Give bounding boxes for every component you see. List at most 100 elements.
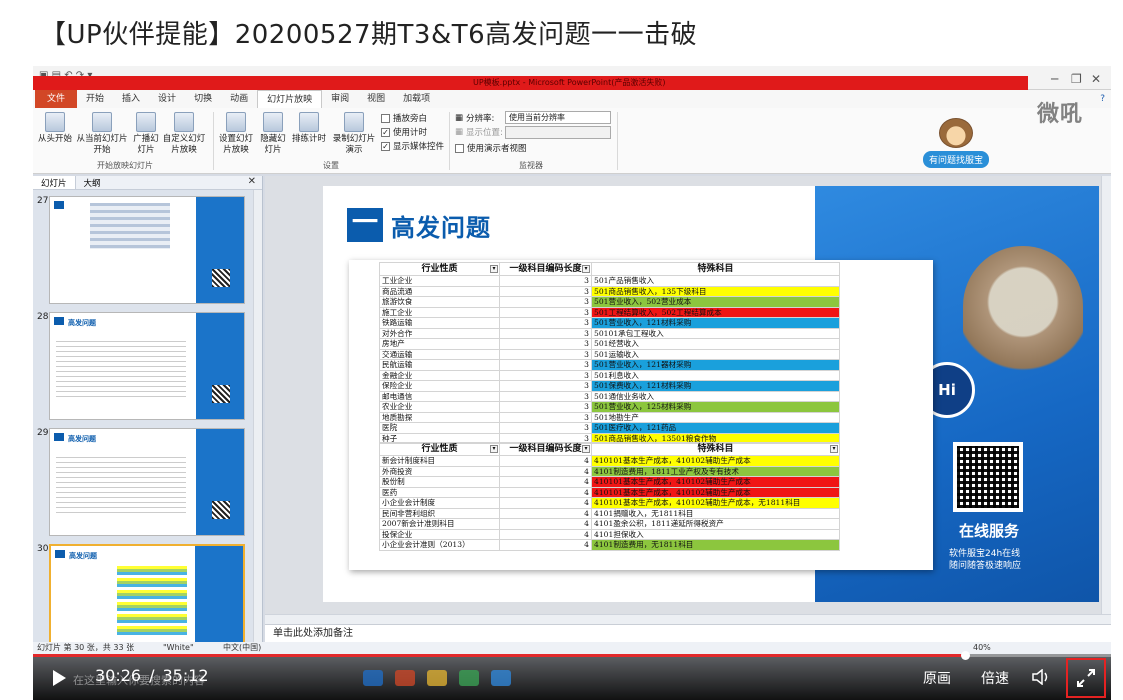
video-player[interactable]: ▣ ▤ ↶ ↷ ▾ UP模板.pptx - Microsoft PowerPoi… — [33, 66, 1111, 700]
table-row: 商品流通 3 501商品销售收入，135下级科目 — [379, 285, 840, 297]
table-row: 小企业会计制度 4 410101基本生产成本，410102辅助生产成本，无1811科… — [379, 497, 840, 509]
watermark-logo: 微吼 — [1036, 102, 1083, 127]
tab-transitions[interactable]: 切换 — [185, 90, 221, 108]
progress-bar[interactable] — [33, 651, 1111, 660]
from-start-button[interactable]: 从头开始 — [37, 112, 73, 145]
header-label: 行业性质 — [421, 444, 458, 454]
close-icon[interactable]: ✕ — [1091, 72, 1101, 86]
horizontal-scrollbar[interactable] — [265, 614, 1111, 624]
thumbnail-text — [56, 457, 186, 517]
narration-check-box[interactable] — [381, 113, 390, 123]
thumbnail-number: 30 — [37, 544, 49, 554]
ppt-titlebar: ▣ ▤ ↶ ↷ ▾ UP模板.pptx - Microsoft PowerPoi… — [33, 66, 1111, 90]
from-current-button[interactable]: 从当前幻灯片开始 — [75, 112, 129, 156]
fullscreen-button[interactable] — [1066, 658, 1106, 698]
group-start-label: 开始放映幻灯片 — [97, 161, 153, 170]
resolution-select[interactable]: 使用当前分辨率 — [505, 111, 611, 124]
hide-slide-button[interactable]: 隐藏幻灯片 — [257, 112, 289, 156]
thumbnail-title-bar — [55, 550, 65, 558]
media-controls-checkbox[interactable]: ✓ 显示媒体控件 — [381, 140, 444, 152]
narration-label: 播放旁白 — [393, 114, 428, 124]
table-row: 外商投资 4 4101制造费用，1811工业产权及专有技术 — [379, 465, 840, 477]
thumbnail-image[interactable] — [49, 196, 245, 304]
thumbnail-item[interactable]: 28 高发问题 — [33, 310, 253, 422]
tab-slides[interactable]: 幻灯片 — [33, 176, 76, 189]
filter-dropdown-icon[interactable]: ▾ — [490, 445, 498, 453]
progress-knob[interactable] — [961, 651, 971, 660]
tab-file[interactable]: 文件 — [35, 90, 78, 108]
cell-code-length: 3 — [499, 348, 592, 360]
custom-show-button[interactable]: 自定义幻灯片放映 — [161, 112, 207, 156]
slide-scrollbar[interactable] — [1101, 176, 1111, 614]
speed-button[interactable]: 倍速 — [981, 668, 1009, 688]
thumbnail-image[interactable]: 高发问题 — [49, 544, 245, 652]
filter-dropdown-icon[interactable]: ▾ — [582, 445, 590, 453]
filter-dropdown-icon[interactable]: ▾ — [490, 265, 498, 273]
tab-slideshow[interactable]: 幻灯片放映 — [257, 90, 323, 108]
thumbnail-item[interactable]: 29 高发问题 — [33, 426, 253, 538]
filter-dropdown-icon[interactable]: ▾ — [830, 445, 838, 453]
thumbnail-item-selected[interactable]: 30 高发问题 — [33, 542, 253, 654]
ribbon-tabs: 文件 开始 插入 设计 切换 动画 幻灯片放映 审阅 视图 加载项 ? — [33, 90, 1111, 108]
media-check-box[interactable]: ✓ — [381, 141, 390, 151]
tab-home[interactable]: 开始 — [77, 90, 113, 108]
table-row: 民航运输 3 501营业收入，121器材采购 — [379, 359, 840, 371]
thumbnail-item[interactable]: 27 — [33, 194, 253, 306]
custom-show-icon — [174, 112, 194, 132]
quality-button[interactable]: 原画 — [923, 668, 951, 688]
panel-scrollbar[interactable] — [253, 190, 262, 642]
filter-dropdown-icon[interactable]: ▾ — [582, 265, 590, 273]
record-button[interactable]: 录制幻灯片演示 — [329, 112, 379, 156]
cell-industry: 铁路运输 — [379, 317, 500, 329]
tab-review[interactable]: 审阅 — [322, 90, 358, 108]
tab-animations[interactable]: 动画 — [221, 90, 257, 108]
presenter-view-checkbox[interactable]: 使用演示者视图 — [455, 142, 527, 154]
broadcast-button[interactable]: 广播幻灯片 — [133, 112, 159, 156]
thumbnail-image[interactable]: 高发问题 — [49, 312, 245, 420]
maximize-icon[interactable]: ❐ — [1071, 72, 1082, 86]
current-slide[interactable]: Hi 在线服务 软件服宝24h在线 随问随答极速响应 一 高发问题 行业性质 ▾ … — [323, 186, 1099, 602]
cell-special-account: 501医疗收入，121药品 — [591, 422, 840, 434]
rehearse-button[interactable]: 排练计时 — [291, 112, 327, 145]
presenter-check-box[interactable] — [455, 143, 464, 153]
thumbnail-title-bar — [54, 317, 64, 325]
tab-insert[interactable]: 插入 — [113, 90, 149, 108]
mascot-badge[interactable]: 有问题找服宝 — [911, 118, 1001, 168]
display-select[interactable] — [505, 126, 611, 139]
timings-check-box[interactable]: ✓ — [381, 127, 390, 137]
close-icon[interactable]: ✕ — [248, 176, 256, 187]
thumbnail-title-bar — [54, 201, 64, 209]
cell-special-account: 410101基本生产成本，410102辅助生产成本 — [591, 476, 840, 488]
qr-icon — [212, 385, 230, 403]
tab-view[interactable]: 视图 — [358, 90, 394, 108]
excel-screenshot: 行业性质 ▾ 一级科目编码长度 ▾ 特殊科目 工业企业 3 501产品销售收入 商品流通 3… — [349, 260, 933, 570]
tab-outline[interactable]: 大纲 — [76, 176, 109, 189]
notes-pane[interactable]: 单击此处添加备注 — [265, 624, 1111, 642]
timings-checkbox[interactable]: ✓ 使用计时 — [381, 126, 427, 138]
table-header-row: 行业性质 ▾ 一级科目编码长度 ▾ 特殊科目 — [379, 262, 840, 276]
presenter-label: 使用演示者视图 — [467, 144, 527, 154]
header-special-account: 特殊科目 — [591, 262, 840, 276]
zoom-level[interactable]: 40% — [973, 642, 991, 654]
minimize-icon[interactable]: ─ — [1051, 72, 1058, 86]
display-row: ▦ 显示位置: — [455, 126, 503, 138]
table-row: 小企业会计准则（2013） 4 4101制造费用，无1811科目 — [379, 539, 840, 551]
table-row: 保险企业 3 501保费收入，121材料采购 — [379, 380, 840, 392]
table-row: 新会计制度科目 4 410101基本生产成本，410102辅助生产成本 — [379, 455, 840, 467]
setup-show-button[interactable]: 设置幻灯片放映 — [219, 112, 253, 156]
volume-icon[interactable] — [1032, 669, 1050, 685]
cell-industry: 投保企业 — [379, 528, 500, 540]
play-icon[interactable] — [53, 670, 66, 686]
tab-addins[interactable]: 加载项 — [394, 90, 439, 108]
cell-code-length: 3 — [499, 306, 592, 318]
table-row: 2007新会计准则科目 4 4101盈余公积，1811递延所得税资产 — [379, 518, 840, 530]
cell-code-length: 3 — [499, 411, 592, 423]
cell-industry: 金融企业 — [379, 369, 500, 381]
thumbnail-image[interactable]: 高发问题 — [49, 428, 245, 536]
narration-checkbox[interactable]: 播放旁白 — [381, 112, 427, 124]
help-icon[interactable]: ? — [1100, 94, 1105, 104]
folder-icon — [427, 670, 447, 686]
tab-design[interactable]: 设计 — [149, 90, 185, 108]
cell-industry: 小企业会计准则（2013） — [379, 539, 500, 551]
cell-code-length: 3 — [499, 338, 592, 350]
